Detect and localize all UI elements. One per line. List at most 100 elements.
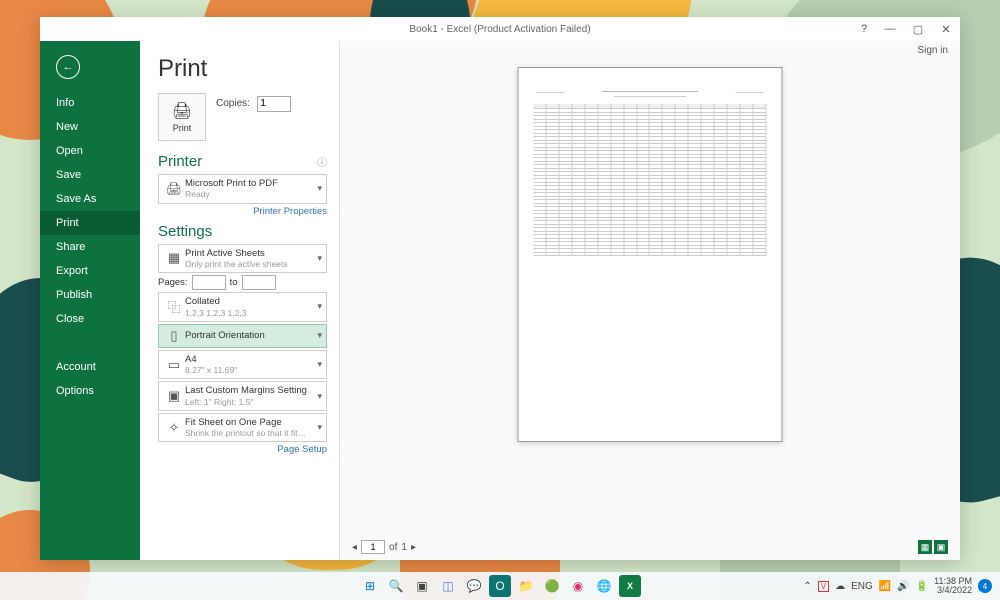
- window-controls: ? — ▢ ✕: [852, 17, 960, 41]
- preview-doc-header: ———————— ———————— ——————————————————————…: [534, 88, 767, 98]
- tray-onedrive-icon[interactable]: ☁: [835, 581, 845, 592]
- app-icon[interactable]: 🟢: [541, 575, 563, 597]
- printer-properties-link[interactable]: Printer Properties: [158, 206, 327, 217]
- back-button[interactable]: ←: [56, 55, 80, 79]
- sidebar-item-publish[interactable]: Publish: [40, 283, 140, 307]
- sidebar-item-close[interactable]: Close: [40, 307, 140, 331]
- taskbar-right: ⌃ V ☁ ENG 📶 🔊 🔋 11:38 PM 3/4/2022 4: [803, 577, 1000, 595]
- preview-table: document.write(Array.from({length:42}).m…: [534, 104, 767, 259]
- task-view-button[interactable]: ▣: [411, 575, 433, 597]
- current-page-input[interactable]: [361, 540, 385, 554]
- orientation-selector[interactable]: ▯ Portrait Orientation ▾: [158, 324, 327, 348]
- settings-section-header: Settings: [158, 223, 327, 240]
- printer-status: Ready: [185, 189, 313, 199]
- page-of-label: of: [389, 542, 397, 553]
- sidebar-item-print[interactable]: Print: [40, 211, 140, 235]
- maximize-button[interactable]: ▢: [904, 17, 932, 41]
- print-settings-panel: Print 🖨 Print Copies: Printer ⓘ 🖨 Micros…: [140, 41, 340, 560]
- scaling-icon: ✧: [163, 420, 185, 436]
- sidebar-item-open[interactable]: Open: [40, 139, 140, 163]
- chevron-down-icon: ▾: [317, 391, 322, 402]
- pages-from-input[interactable]: [192, 275, 226, 290]
- printer-name: Microsoft Print to PDF: [185, 178, 313, 189]
- sidebar-item-save[interactable]: Save: [40, 163, 140, 187]
- sheets-icon: ▦: [163, 250, 185, 266]
- printer-icon: 🖨: [172, 101, 192, 121]
- language-indicator[interactable]: ENG: [851, 581, 873, 592]
- margins-selector[interactable]: ▣ Last Custom Margins Setting Left: 1" R…: [158, 381, 327, 411]
- windows-taskbar: ⊞ 🔍 ▣ ◫ 💬 O 📁 🟢 ◉ 🌐 X ⌃ V ☁ ENG 📶 🔊 🔋 11…: [0, 572, 1000, 600]
- sidebar-item-account[interactable]: Account: [40, 355, 140, 379]
- sidebar-item-options[interactable]: Options: [40, 379, 140, 403]
- chevron-down-icon: ▾: [317, 330, 322, 341]
- notifications-button[interactable]: 4: [978, 579, 992, 593]
- signin-link[interactable]: Sign in: [917, 45, 948, 56]
- chevron-down-icon: ▾: [317, 359, 322, 370]
- collate-selector[interactable]: ⿻ Collated 1,2,3 1,2,3 1,2,3 ▾: [158, 292, 327, 322]
- print-preview-area: ———————— ———————— ——————————————————————…: [340, 41, 960, 560]
- chevron-down-icon: ▾: [317, 183, 322, 194]
- titlebar: Book1 - Excel (Product Activation Failed…: [40, 17, 960, 41]
- wifi-icon[interactable]: 📶: [879, 581, 891, 592]
- edge-button[interactable]: 🌐: [593, 575, 615, 597]
- preview-footer: ◂ of 1 ▸ ▦ ▣: [352, 540, 948, 554]
- tray-chevron-icon[interactable]: ⌃: [803, 581, 811, 592]
- chat-button[interactable]: 💬: [463, 575, 485, 597]
- print-what-selector[interactable]: ▦ Print Active Sheets Only print the act…: [158, 244, 327, 274]
- pages-to-input[interactable]: [242, 275, 276, 290]
- chevron-down-icon: ▾: [317, 301, 322, 312]
- excel-window: Book1 - Excel (Product Activation Failed…: [40, 17, 960, 560]
- paper-size-selector[interactable]: ▭ A4 8.27" x 11.69" ▾: [158, 350, 327, 380]
- print-button[interactable]: 🖨 Print: [158, 93, 206, 141]
- next-page-button[interactable]: ▸: [411, 542, 416, 553]
- scaling-selector[interactable]: ✧ Fit Sheet on One Page Shrink the print…: [158, 413, 327, 443]
- pages-range-row: Pages: to: [158, 275, 327, 290]
- taskbar-center: ⊞ 🔍 ▣ ◫ 💬 O 📁 🟢 ◉ 🌐 X: [359, 575, 641, 597]
- sidebar-item-new[interactable]: New: [40, 115, 140, 139]
- widgets-button[interactable]: ◫: [437, 575, 459, 597]
- sidebar-item-saveas[interactable]: Save As: [40, 187, 140, 211]
- preview-page-nav: ◂ of 1 ▸: [352, 540, 416, 554]
- margins-icon: ▣: [163, 388, 185, 404]
- collate-icon: ⿻: [163, 297, 185, 316]
- help-button[interactable]: ?: [852, 17, 876, 41]
- sidebar-item-info[interactable]: Info: [40, 91, 140, 115]
- volume-icon[interactable]: 🔊: [897, 581, 909, 592]
- portrait-icon: ▯: [163, 328, 185, 344]
- pages-label: Pages:: [158, 277, 188, 288]
- minimize-button[interactable]: —: [876, 17, 904, 41]
- file-explorer-button[interactable]: 📁: [515, 575, 537, 597]
- copies-label: Copies:: [216, 98, 250, 109]
- printer-device-icon: 🖨: [163, 181, 185, 197]
- chevron-down-icon: ▾: [317, 422, 322, 433]
- sidebar-item-share[interactable]: Share: [40, 235, 140, 259]
- prev-page-button[interactable]: ◂: [352, 542, 357, 553]
- close-button[interactable]: ✕: [932, 17, 960, 41]
- printer-section-header: Printer ⓘ: [158, 153, 327, 170]
- app-icon[interactable]: O: [489, 575, 511, 597]
- page-title: Print: [158, 55, 327, 83]
- show-margins-button[interactable]: ▦: [918, 540, 932, 554]
- chevron-down-icon: ▾: [317, 253, 322, 264]
- printer-selector[interactable]: 🖨 Microsoft Print to PDF Ready ▾: [158, 174, 327, 204]
- printer-info-icon[interactable]: ⓘ: [317, 154, 327, 169]
- search-button[interactable]: 🔍: [385, 575, 407, 597]
- tray-app-icon[interactable]: V: [818, 581, 829, 592]
- battery-icon[interactable]: 🔋: [916, 581, 928, 592]
- paper-icon: ▭: [163, 357, 185, 373]
- total-pages: 1: [401, 542, 407, 553]
- pages-to-label: to: [230, 277, 238, 288]
- copies-input[interactable]: [257, 96, 291, 112]
- sidebar-item-export[interactable]: Export: [40, 259, 140, 283]
- preview-page: ———————— ———————— ——————————————————————…: [518, 67, 783, 442]
- clock[interactable]: 11:38 PM 3/4/2022: [934, 577, 972, 595]
- window-title: Book1 - Excel (Product Activation Failed…: [409, 24, 590, 35]
- backstage-sidebar: ← Info New Open Save Save As Print Share…: [40, 41, 140, 560]
- excel-button[interactable]: X: [619, 575, 641, 597]
- preview-zoom-controls: ▦ ▣: [918, 540, 948, 554]
- page-setup-link[interactable]: Page Setup: [158, 444, 327, 455]
- print-button-label: Print: [173, 123, 192, 133]
- app-icon[interactable]: ◉: [567, 575, 589, 597]
- zoom-to-page-button[interactable]: ▣: [934, 540, 948, 554]
- start-button[interactable]: ⊞: [359, 575, 381, 597]
